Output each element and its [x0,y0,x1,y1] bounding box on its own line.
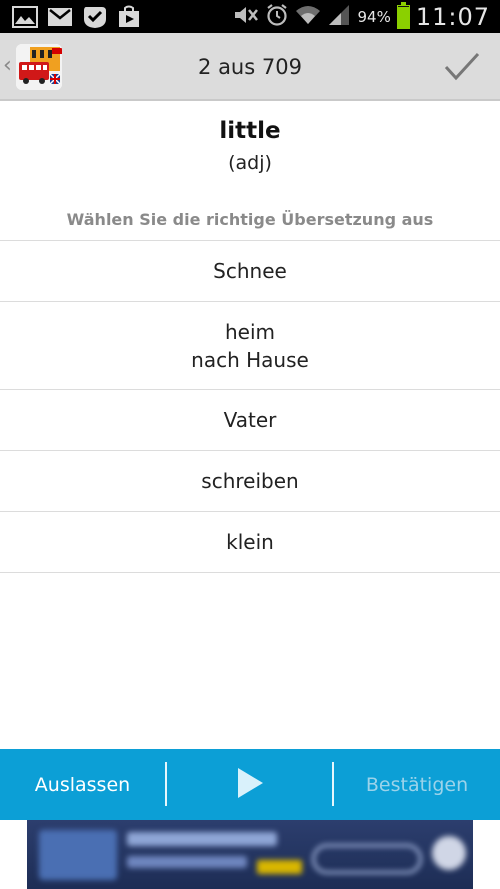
check-notification-icon [82,5,108,33]
checkmark-icon[interactable] [444,50,480,84]
option-text: Schnee [213,259,287,283]
part-of-speech: (adj) [228,152,272,174]
play-button[interactable] [167,749,332,820]
mute-icon [233,4,259,30]
alarm-icon [265,3,289,31]
answer-option[interactable]: klein [0,512,500,573]
battery-icon [396,2,410,29]
bottom-action-bar: Auslassen Bestätigen [0,749,500,820]
option-text: heim [224,319,276,344]
confirm-button[interactable]: Bestätigen [334,749,500,820]
ad-banner[interactable] [27,820,473,889]
notification-icons [12,5,141,33]
skip-button[interactable]: Auslassen [0,749,165,820]
status-bar: 94% 11:07 [0,0,500,33]
action-bar: ‹ 2 aus 709 [0,33,500,101]
answer-options: Schnee heim nach Hause Vater schreiben k… [0,240,500,573]
answer-option[interactable]: schreiben [0,451,500,512]
wifi-icon [295,4,321,30]
play-store-icon [117,5,141,33]
question-word: little [219,118,281,144]
ad-image [27,820,473,889]
gmail-icon [47,6,73,32]
signal-icon [327,3,351,31]
option-text: klein [226,530,274,554]
answer-option[interactable]: heim nach Hause [0,302,500,390]
option-text: Vater [223,408,277,432]
system-icons: 94% 11:07 [233,2,490,31]
option-text: nach Hause [191,347,309,372]
battery-percent: 94% [357,8,391,26]
answer-option[interactable]: Vater [0,390,500,451]
battery-fill [397,7,409,28]
progress-title: 2 aus 709 [198,55,302,79]
clock: 11:07 [415,3,490,31]
instruction-text: Wählen Sie die richtige Übersetzung aus [66,210,434,229]
answer-option[interactable]: Schnee [0,241,500,302]
gallery-icon [12,6,38,32]
option-text: schreiben [201,469,299,493]
play-icon [236,767,264,803]
